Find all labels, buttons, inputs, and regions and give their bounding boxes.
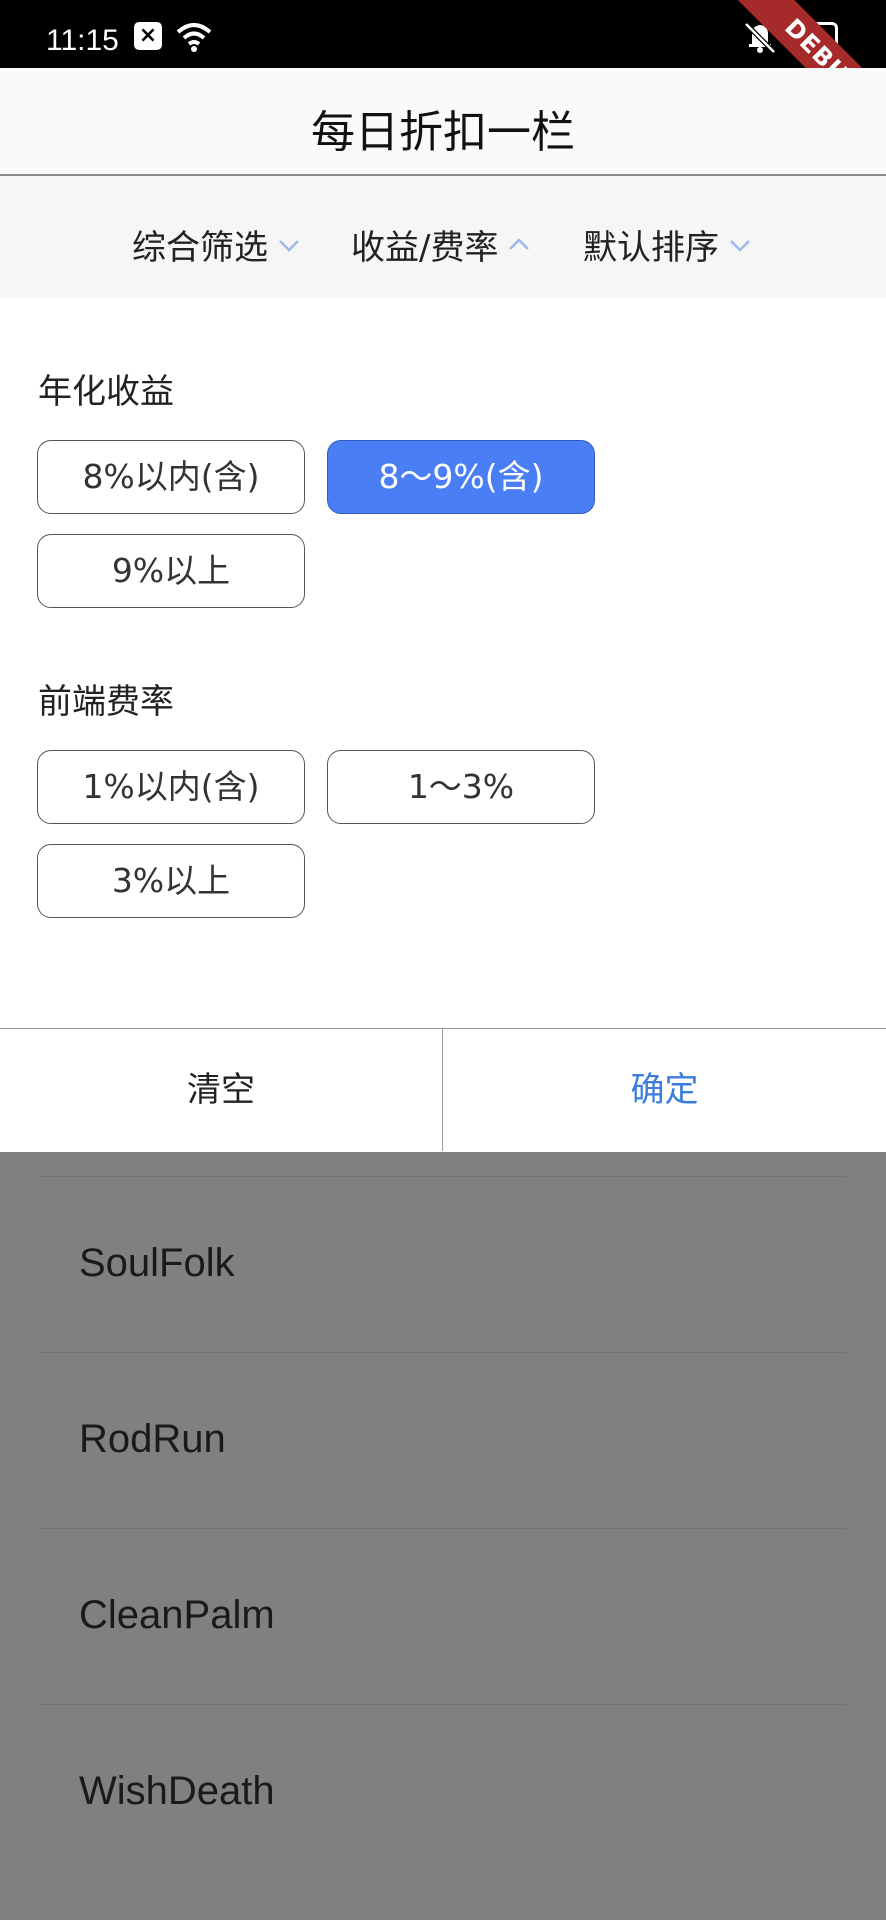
clear-button[interactable]: 清空 [0,1029,443,1151]
chevron-up-icon [509,237,530,250]
tab-yield-fee[interactable]: 收益/费率 [351,220,530,269]
tab-label: 收益/费率 [351,228,499,268]
chevron-down-icon [279,239,299,252]
list-item-label: CleanPalm [79,1593,275,1637]
front-fee-title: 前端费率 [38,682,174,722]
yield-option-under-8[interactable]: 8%以内(含) [37,440,305,514]
tab-label: 综合筛选 [132,228,268,268]
list-item-label: RodRun [79,1417,226,1461]
list-item[interactable]: CleanPalm [38,1528,846,1704]
yield-option-over-9[interactable]: 9%以上 [37,534,305,608]
chevron-down-icon [730,239,750,252]
list-item[interactable]: SoulFolk [38,1176,846,1352]
action-bar: 清空 确定 [0,1028,886,1152]
fee-option-under-1[interactable]: 1%以内(含) [37,750,305,824]
confirm-button[interactable]: 确定 [443,1029,886,1151]
fee-option-1-to-3[interactable]: 1～3% [327,750,595,824]
tab-default-sort[interactable]: 默认排序 [583,220,751,269]
filter-bar: 综合筛选 收益/费率 默认排序 [0,176,886,298]
fee-option-over-3[interactable]: 3%以上 [37,844,305,918]
tab-comprehensive-filter[interactable]: 综合筛选 [132,220,300,269]
list-item-label: SoulFolk [79,1241,235,1285]
list-item[interactable]: WishDeath [38,1704,846,1880]
yield-option-8-to-9[interactable]: 8～9%(含) [327,440,595,514]
page-title: 每日折扣一栏 [311,107,575,158]
sim-card-icon: × [134,22,162,50]
status-bar: 11:15 × DEBUG [0,0,886,172]
tab-label: 默认排序 [583,228,719,268]
status-time: 11:15 [46,24,119,57]
app-bar: 每日折扣一栏 [0,68,886,176]
filter-panel: 年化收益 8%以内(含) 8～9%(含) 9%以上 前端费率 1%以内(含) 1… [0,298,886,1028]
annual-yield-title: 年化收益 [38,372,174,412]
wifi-icon [176,22,212,56]
list-item[interactable]: RodRun [38,1352,846,1528]
list-item-label: WishDeath [79,1769,275,1813]
